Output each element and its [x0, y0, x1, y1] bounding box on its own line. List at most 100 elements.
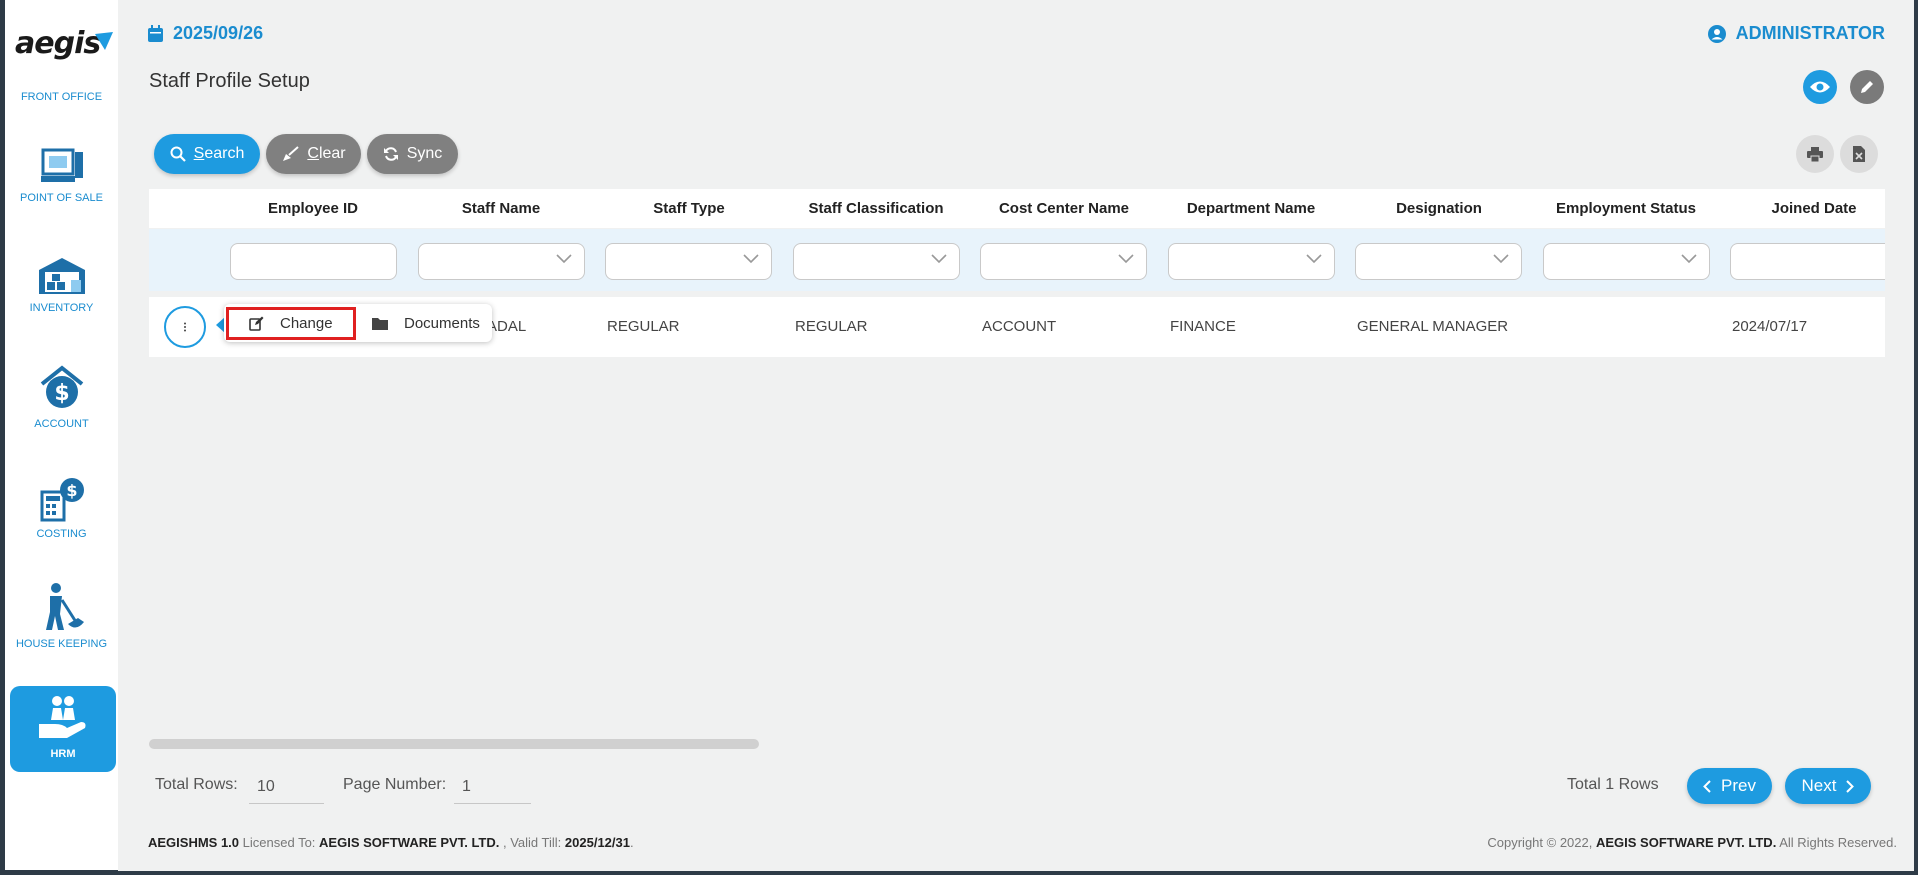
- chevron-down-icon: [1118, 254, 1134, 264]
- search-label: earch: [204, 145, 245, 162]
- column-header-designation[interactable]: Designation: [1355, 189, 1523, 228]
- sidebar-item-front-office[interactable]: FRONT OFFICE: [5, 91, 118, 103]
- employee-id-filter-input[interactable]: [230, 243, 397, 280]
- chevron-down-icon: [743, 254, 759, 264]
- department-filter-select[interactable]: [1168, 243, 1335, 280]
- column-header-staff-name[interactable]: Staff Name: [417, 189, 585, 228]
- cell-cost-center: ACCOUNT: [982, 318, 1057, 335]
- warehouse-icon: [38, 258, 85, 294]
- vertical-dots-icon: [184, 322, 186, 332]
- designation-filter-select[interactable]: [1355, 243, 1522, 280]
- documents-label: Documents: [404, 314, 480, 332]
- clear-button[interactable]: Clear: [266, 134, 361, 174]
- chevron-down-icon: [1681, 254, 1697, 264]
- chevron-down-icon: [1493, 254, 1509, 264]
- search-icon: [170, 146, 186, 162]
- export-excel-button[interactable]: [1840, 135, 1878, 173]
- joined-date-filter-input[interactable]: [1730, 243, 1885, 280]
- svg-text:$: $: [66, 481, 77, 500]
- hand-people-icon: [39, 696, 86, 738]
- search-button[interactable]: Search: [154, 134, 260, 174]
- column-header-staff-type[interactable]: Staff Type: [605, 189, 773, 228]
- staff-classification-filter-select[interactable]: [793, 243, 960, 280]
- printer-icon: [1807, 146, 1823, 162]
- valid-till-label: , Valid Till:: [503, 835, 562, 850]
- page-number-input[interactable]: 1: [454, 770, 531, 804]
- sidebar-item-costing[interactable]: $ COSTING: [5, 474, 118, 540]
- edit-mode-button[interactable]: [1850, 70, 1884, 104]
- sidebar-item-point-of-sale[interactable]: POINT OF SALE: [5, 148, 118, 204]
- total-rows-summary: Total 1 Rows: [1567, 776, 1659, 793]
- change-menu-item[interactable]: Change: [226, 307, 356, 340]
- money-house-icon: $: [40, 365, 83, 408]
- window-border-right: [1914, 0, 1918, 875]
- sidebar-item-inventory[interactable]: INVENTORY: [5, 256, 118, 314]
- staff-type-filter-select[interactable]: [605, 243, 772, 280]
- aegis-logo[interactable]: aegis: [15, 26, 113, 61]
- sidebar-item-house-keeping[interactable]: HOUSE KEEPING: [5, 582, 118, 650]
- sidebar: aegis FRONT OFFICE POINT OF SALE INVENTO…: [0, 0, 118, 875]
- cell-joined-date: 2024/07/17: [1732, 318, 1808, 335]
- excel-file-icon: [1853, 146, 1865, 162]
- column-header-department[interactable]: Department Name: [1167, 189, 1335, 228]
- prev-page-button[interactable]: Prev: [1687, 768, 1772, 804]
- column-header-staff-classification[interactable]: Staff Classification: [792, 189, 960, 228]
- sidebar-item-hrm[interactable]: HRM: [10, 686, 116, 772]
- column-header-joined-date[interactable]: Joined Date: [1730, 189, 1898, 228]
- row-context-menu: Change Documents: [224, 304, 492, 342]
- cleaner-icon: [45, 583, 84, 630]
- pencil-icon: [1861, 81, 1873, 93]
- window-border-bottom: [0, 871, 1918, 875]
- copyright: Copyright © 2022, AEGIS SOFTWARE PVT. LT…: [1487, 835, 1897, 850]
- row-actions-button[interactable]: [164, 306, 206, 348]
- page-title: Staff Profile Setup: [149, 70, 310, 92]
- cell-department: FINANCE: [1170, 318, 1236, 335]
- user-menu[interactable]: ADMINISTRATOR: [1707, 23, 1885, 44]
- sync-label: Sync: [406, 145, 443, 162]
- chevron-down-icon: [556, 254, 572, 264]
- horizontal-scrollbar[interactable]: [149, 739, 759, 749]
- total-rows-input[interactable]: 10: [249, 770, 324, 804]
- view-mode-button[interactable]: [1803, 70, 1837, 104]
- column-header-employee-id[interactable]: Employee ID: [229, 189, 397, 228]
- copyright-label: Copyright © 2022,: [1487, 835, 1593, 850]
- next-page-button[interactable]: Next: [1785, 768, 1871, 804]
- column-header-cost-center[interactable]: Cost Center Name: [980, 189, 1148, 228]
- cell-designation: GENERAL MANAGER: [1357, 318, 1509, 335]
- grid-header: Employee ID Staff Name Staff Type Staff …: [149, 189, 1885, 228]
- cell-staff-classification: REGULAR: [795, 318, 868, 335]
- employment-status-filter-select[interactable]: [1543, 243, 1710, 280]
- documents-menu-item[interactable]: Documents: [364, 304, 489, 342]
- license-info: AEGISHMS 1.0 Licensed To: AEGIS SOFTWARE…: [148, 835, 634, 850]
- licensed-to-label: Licensed To:: [242, 835, 316, 850]
- chevron-down-icon: [931, 254, 947, 264]
- svg-text:$: $: [54, 381, 69, 406]
- pos-icon: [40, 148, 83, 182]
- prev-label: Prev: [1721, 776, 1756, 795]
- cost-center-filter-select[interactable]: [980, 243, 1147, 280]
- edit-icon: [249, 316, 264, 331]
- product-version: AEGISHMS 1.0: [148, 835, 240, 850]
- calculator-icon: $: [40, 478, 84, 522]
- folder-icon: [372, 317, 388, 330]
- cell-staff-name: ADAL: [487, 318, 527, 335]
- eye-icon: [1810, 81, 1830, 93]
- licensee-name: AEGIS SOFTWARE PVT. LTD.: [319, 835, 500, 850]
- staff-name-filter-select[interactable]: [418, 243, 585, 280]
- print-button[interactable]: [1796, 135, 1834, 173]
- user-circle-icon: [1707, 24, 1726, 43]
- clear-label: lear: [318, 145, 346, 162]
- valid-till-date: 2025/12/31: [564, 835, 630, 850]
- sync-icon: [383, 147, 398, 161]
- chevron-down-icon: [1306, 254, 1322, 264]
- current-date: 2025/09/26: [148, 23, 263, 44]
- company-name: AEGIS SOFTWARE PVT. LTD.: [1595, 835, 1777, 850]
- sync-button[interactable]: Sync: [367, 134, 458, 174]
- next-label: Next: [1801, 776, 1837, 795]
- calendar-icon: [148, 25, 163, 42]
- search-accesskey: S: [193, 145, 205, 162]
- rights-text: All Rights Reserved.: [1779, 835, 1897, 850]
- sidebar-item-account[interactable]: $ ACCOUNT: [5, 364, 118, 430]
- column-header-employment-status[interactable]: Employment Status: [1542, 189, 1710, 228]
- chevron-right-icon: [1846, 779, 1855, 793]
